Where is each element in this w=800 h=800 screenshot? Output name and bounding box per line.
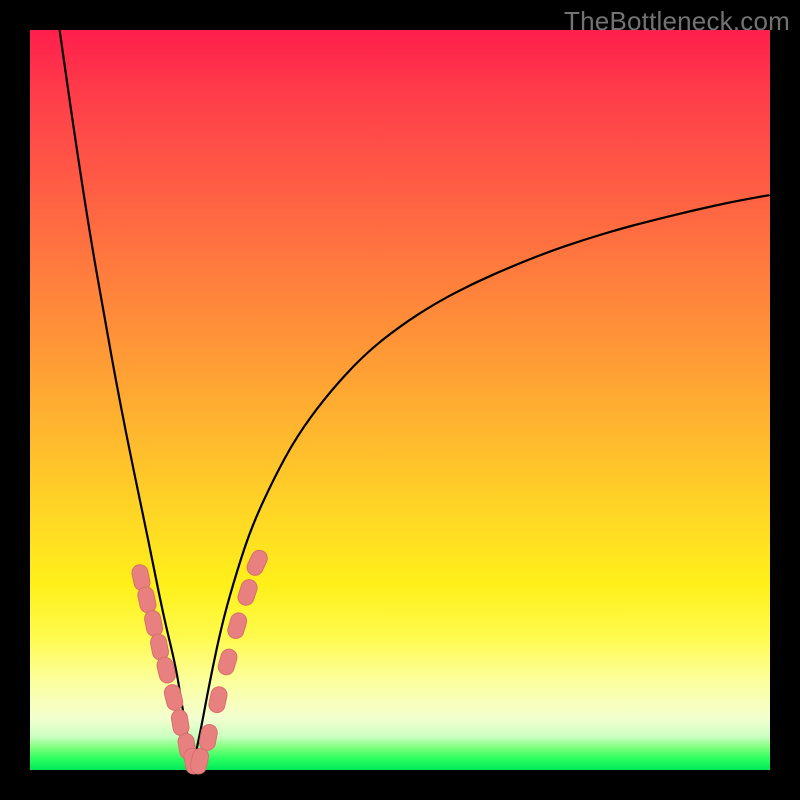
marker-capsule bbox=[216, 647, 239, 676]
marker-capsule bbox=[136, 585, 157, 614]
marker-capsule bbox=[226, 611, 249, 640]
marker-capsule bbox=[143, 609, 164, 638]
marker-group bbox=[130, 548, 269, 776]
marker-capsule bbox=[163, 683, 185, 712]
plot-area bbox=[30, 30, 770, 770]
chart-overlay bbox=[30, 30, 770, 770]
marker-capsule bbox=[170, 709, 190, 737]
marker-capsule bbox=[207, 685, 228, 714]
curve-left-arm bbox=[60, 30, 193, 766]
chart-frame: TheBottleneck.com bbox=[0, 0, 800, 800]
curve-right-arm bbox=[193, 195, 770, 766]
marker-capsule bbox=[244, 548, 269, 578]
marker-capsule bbox=[236, 578, 259, 608]
watermark-text: TheBottleneck.com bbox=[564, 6, 790, 37]
